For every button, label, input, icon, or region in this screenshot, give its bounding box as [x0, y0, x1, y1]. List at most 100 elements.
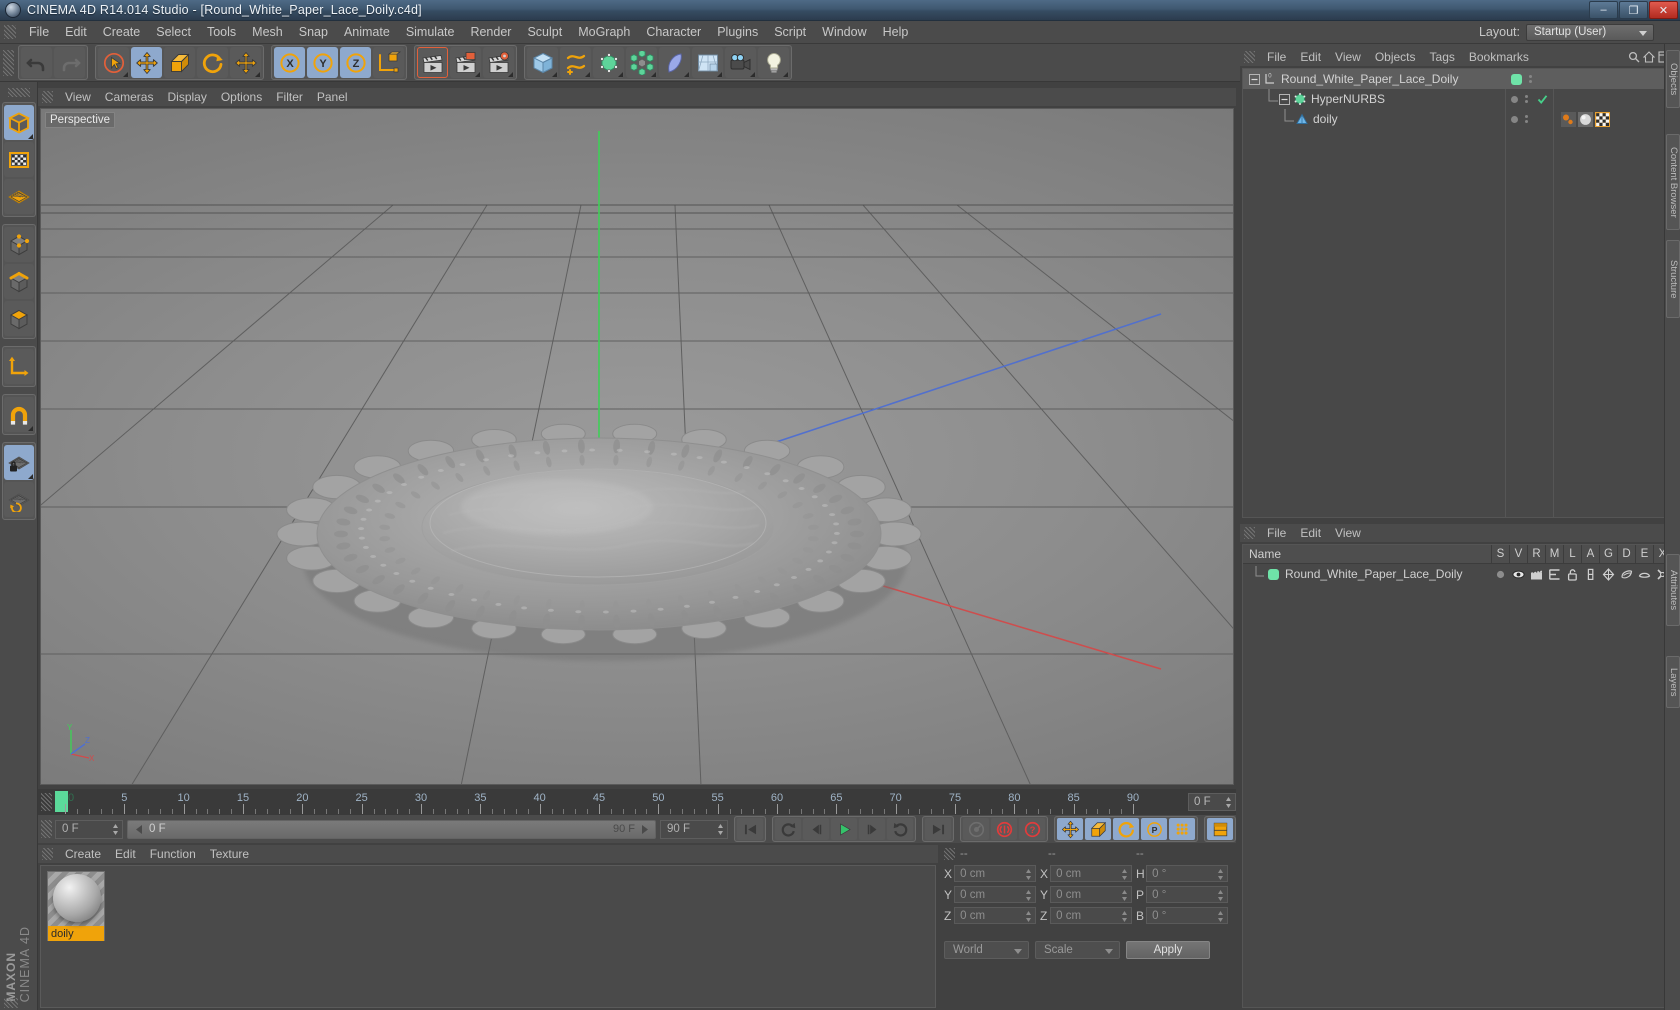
layer-row[interactable]: Round_White_Paper_Lace_Doily	[1243, 564, 1671, 584]
material-item-doily[interactable]: doily	[47, 871, 105, 941]
menu-item-edit[interactable]: Edit	[57, 22, 95, 42]
play-backwards-loop-button[interactable]	[775, 818, 801, 840]
add-array-button[interactable]	[626, 47, 657, 78]
layer-cell-eye-icon[interactable]	[1509, 568, 1527, 581]
layer-column-A[interactable]: A	[1581, 544, 1599, 564]
maximize-button[interactable]: ❐	[1619, 1, 1648, 19]
uvw-tag-icon[interactable]	[1595, 111, 1610, 127]
current-time-marker[interactable]	[55, 791, 68, 812]
menu-item-snap[interactable]: Snap	[291, 22, 336, 42]
spinner-icon[interactable]	[112, 823, 119, 836]
button-submenu-corner[interactable]	[475, 72, 480, 77]
material-menu-edit[interactable]: Edit	[108, 845, 143, 863]
menu-item-window[interactable]: Window	[814, 22, 874, 42]
add-cube-button[interactable]	[527, 47, 558, 78]
scale-key-button[interactable]	[1085, 818, 1111, 840]
menu-item-create[interactable]: Create	[95, 22, 149, 42]
object-visibility-dots[interactable]	[1511, 94, 1548, 105]
position-key-button[interactable]	[1057, 818, 1083, 840]
menu-item-script[interactable]: Script	[766, 22, 814, 42]
rotation-key-button[interactable]	[1113, 818, 1139, 840]
viewport-menu-view[interactable]: View	[58, 88, 98, 106]
range-start-handle-icon[interactable]	[134, 824, 145, 835]
timeline-grip[interactable]	[41, 793, 52, 811]
pla-key-button[interactable]	[1169, 818, 1195, 840]
scale-tool[interactable]	[164, 47, 195, 78]
spinner-icon[interactable]	[717, 823, 724, 836]
layer-column-E[interactable]: E	[1635, 544, 1653, 564]
object-menu-bookmarks[interactable]: Bookmarks	[1462, 48, 1536, 66]
material-menu-create[interactable]: Create	[58, 845, 108, 863]
position-input-X[interactable]: 0 cm	[954, 865, 1036, 882]
menu-item-help[interactable]: Help	[875, 22, 917, 42]
size-input-Y[interactable]: 0 cm	[1050, 886, 1132, 903]
play-forward-loop-button[interactable]	[887, 818, 913, 840]
go-to-end-button[interactable]	[925, 818, 951, 840]
layer-menu-grip[interactable]	[1244, 527, 1255, 539]
spinner-icon[interactable]	[1121, 910, 1128, 923]
layer-cell-animation-icon[interactable]	[1581, 568, 1599, 581]
add-nurbs-button[interactable]	[593, 47, 624, 78]
object-row[interactable]: 0 Round_White_Paper_Lace_Doily	[1243, 69, 1671, 89]
material-tag-icon[interactable]	[1578, 111, 1593, 127]
button-submenu-corner[interactable]	[684, 72, 689, 77]
current-frame-input[interactable]: 0 F	[55, 819, 123, 839]
deform-icon[interactable]	[1620, 568, 1633, 581]
add-spline-button[interactable]	[560, 47, 591, 78]
transport-grip[interactable]	[41, 820, 52, 838]
material-menu-texture[interactable]: Texture	[203, 845, 256, 863]
layer-cell-render-clapper-icon[interactable]	[1527, 568, 1545, 581]
layout-dropdown[interactable]: Startup (User)	[1526, 23, 1654, 41]
spinner-icon[interactable]	[1217, 910, 1224, 923]
animation-layers-button[interactable]	[1207, 818, 1233, 840]
add-deformer-button[interactable]	[659, 47, 690, 78]
button-submenu-corner[interactable]	[255, 72, 260, 77]
render-clapper-icon[interactable]	[1530, 568, 1543, 581]
rotation-input-P[interactable]: 0 °	[1146, 886, 1228, 903]
expander-icon[interactable]	[1279, 93, 1290, 105]
editor-visibility-dot[interactable]	[1511, 95, 1518, 103]
max-frame-input[interactable]: 90 F	[660, 819, 728, 839]
home-icon[interactable]	[1643, 51, 1655, 63]
expander-icon[interactable]	[1249, 73, 1260, 85]
spinner-icon[interactable]	[1025, 889, 1032, 902]
timeline-frame-field[interactable]: 0 F	[1188, 793, 1236, 811]
tab-content-browser[interactable]: Content Browser	[1666, 134, 1680, 230]
texture-mode-button[interactable]	[3, 142, 34, 177]
preview-range-slider[interactable]: 0 F 90 F	[127, 819, 656, 839]
layer-cell-expression-icon[interactable]	[1635, 568, 1653, 581]
param-key-button[interactable]: P	[1141, 818, 1167, 840]
button-submenu-corner[interactable]	[750, 72, 755, 77]
points-mode-button[interactable]	[3, 227, 34, 262]
object-row[interactable]: HyperNURBS	[1243, 89, 1671, 109]
lock-x-axis[interactable]: X	[274, 47, 305, 78]
object-menu-view[interactable]: View	[1328, 48, 1368, 66]
manager-icon[interactable]	[1548, 568, 1561, 581]
button-submenu-corner[interactable]	[508, 72, 513, 77]
undo-button[interactable]	[21, 47, 52, 78]
add-light-button[interactable]	[758, 47, 789, 78]
position-input-Z[interactable]: 0 cm	[954, 907, 1036, 924]
texture-tag-icon[interactable]	[1561, 111, 1576, 127]
button-submenu-corner[interactable]	[618, 72, 623, 77]
button-submenu-corner[interactable]	[717, 72, 722, 77]
enabled-check-icon[interactable]	[1537, 94, 1548, 105]
layer-cell-solo-dot-icon[interactable]	[1491, 568, 1509, 581]
perspective-viewport[interactable]: Perspective Y Z X	[40, 108, 1234, 785]
search-icon[interactable]	[1628, 51, 1640, 63]
tab-structure[interactable]: Structure	[1666, 240, 1680, 318]
viewport-solo-button[interactable]	[3, 179, 34, 214]
menu-item-mograph[interactable]: MoGraph	[570, 22, 638, 42]
enable-snapping-button[interactable]	[3, 397, 34, 432]
tab-attributes[interactable]: Attributes	[1666, 554, 1680, 626]
layer-cell-generator-icon[interactable]	[1599, 567, 1617, 581]
render-view-button[interactable]	[417, 47, 448, 78]
autokeying-button[interactable]	[991, 818, 1017, 840]
object-menu-edit[interactable]: Edit	[1293, 48, 1328, 66]
button-submenu-corner[interactable]	[123, 72, 128, 77]
viewport-menu-options[interactable]: Options	[214, 88, 269, 106]
size-input-X[interactable]: 0 cm	[1050, 865, 1132, 882]
lock-y-axis[interactable]: Y	[307, 47, 338, 78]
object-menu-objects[interactable]: Objects	[1368, 48, 1423, 66]
layer-column-R[interactable]: R	[1527, 544, 1545, 564]
